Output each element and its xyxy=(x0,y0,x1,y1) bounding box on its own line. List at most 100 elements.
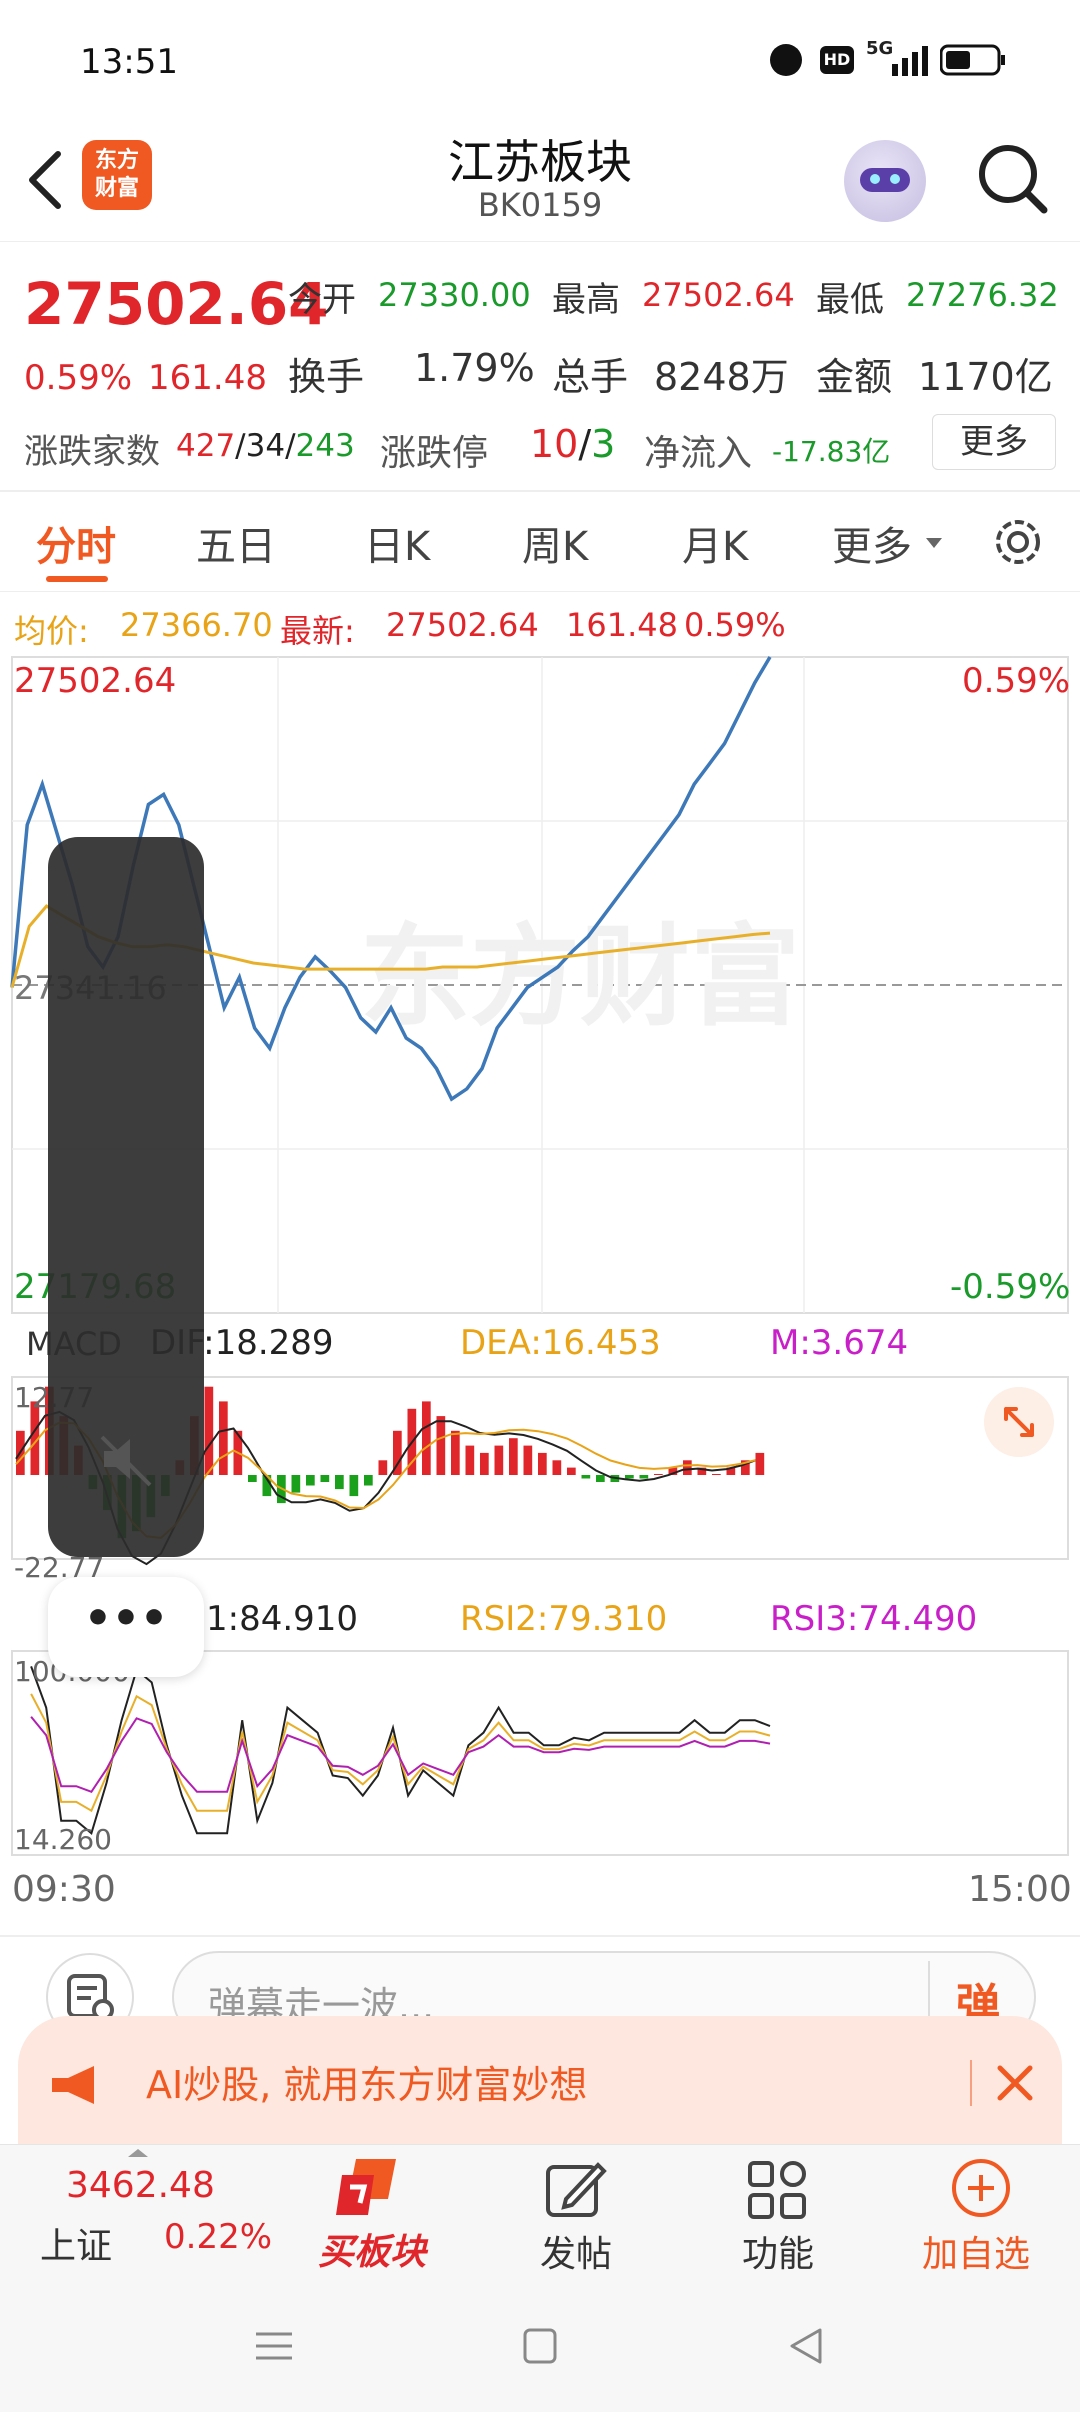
turnover-label: 换手 xyxy=(288,355,365,399)
chart-tabs: 分时 五日 日K 周K 月K 更多 xyxy=(0,492,1080,592)
expand-icon[interactable] xyxy=(984,1387,1054,1457)
back-nav-icon[interactable] xyxy=(786,2326,826,2366)
home-icon[interactable] xyxy=(522,2326,558,2366)
latest-value: 27502.64 xyxy=(386,606,539,644)
rsi1-line xyxy=(30,1666,771,1836)
status-time: 13:51 xyxy=(80,42,178,82)
post-label[interactable]: 发帖 xyxy=(540,2225,612,2277)
quote-panel: 27502.64 0.59% 161.48 今开 27330.00 最高 275… xyxy=(0,242,1080,492)
avg-value: 27366.70 xyxy=(120,606,273,644)
tab-active-indicator xyxy=(46,576,108,582)
volume-label: 总手 xyxy=(552,355,629,399)
rsi-bottom-label: 14.260 xyxy=(14,1823,112,1856)
macd-bar xyxy=(494,1445,504,1475)
limit-label: 涨跌停 xyxy=(380,433,489,474)
change-percent: 0.59% xyxy=(24,358,133,398)
macd-bar xyxy=(248,1475,257,1482)
tab-intraday[interactable]: 分时 xyxy=(36,514,116,572)
macd-bar xyxy=(465,1445,475,1475)
more-options-button[interactable]: ••• xyxy=(48,1577,204,1677)
functions-label[interactable]: 功能 xyxy=(742,2225,814,2277)
macd-bar xyxy=(755,1452,765,1475)
more-button[interactable]: 更多 xyxy=(932,414,1056,470)
tab-day-k[interactable]: 日K xyxy=(364,514,430,572)
latest-change: 161.48 xyxy=(566,606,678,644)
netflow-label: 净流入 xyxy=(644,433,753,474)
add-watchlist-label[interactable]: 加自选 xyxy=(922,2225,1030,2277)
add-watchlist-icon[interactable] xyxy=(948,2155,1014,2221)
status-bar: 13:51 HD 5G xyxy=(0,0,1080,120)
macd-bar xyxy=(436,1416,446,1475)
macd-bar xyxy=(349,1475,359,1497)
functions-icon[interactable] xyxy=(746,2159,808,2221)
menu-icon[interactable] xyxy=(254,2326,294,2366)
latest-change-pct: 0.59% xyxy=(684,606,786,644)
macd-m: M:3.674 xyxy=(770,1323,909,1363)
macd-bar xyxy=(523,1445,533,1475)
index-change[interactable]: 0.22% xyxy=(164,2217,272,2257)
close-icon[interactable] xyxy=(992,2060,1038,2106)
megaphone-icon xyxy=(52,2066,94,2104)
macd-bar xyxy=(306,1475,315,1486)
settings-icon[interactable] xyxy=(990,514,1046,570)
macd-bar xyxy=(639,1475,649,1479)
macd-dea: DEA:16.453 xyxy=(460,1323,661,1363)
bottom-nav: 3462.48 上证 0.22% 买板块 发帖 功能 加自选 xyxy=(0,2144,1080,2282)
buy-board-label[interactable]: 买板块 xyxy=(318,2223,426,2275)
macd-bar xyxy=(509,1438,518,1475)
macd-bar xyxy=(422,1401,431,1475)
turnover-value: 1.79% xyxy=(414,346,535,390)
search-icon[interactable] xyxy=(974,140,1050,220)
index-name[interactable]: 上证 xyxy=(40,2217,112,2269)
avg-label: 均价: xyxy=(14,612,89,650)
pct-bottom-label: -0.59% xyxy=(950,1267,1071,1307)
tab-five-day[interactable]: 五日 xyxy=(196,514,276,572)
rsi-panel-frame xyxy=(11,1650,1069,1856)
volume-value: 8248万 xyxy=(654,355,789,399)
amount-label: 金额 xyxy=(816,355,893,399)
chart-info-line: 均价: 27366.70 最新: 27502.64 161.48 0.59% xyxy=(0,600,1080,650)
tab-more[interactable]: 更多 xyxy=(832,514,912,572)
assistant-robot-icon[interactable] xyxy=(844,140,926,222)
page-header: 东方 财富 江苏板块 BK0159 xyxy=(0,120,1080,242)
watermark: 东方财富 xyxy=(360,913,800,1041)
macd-bar xyxy=(320,1475,330,1482)
rsi2-line xyxy=(30,1693,771,1813)
ad-banner[interactable]: AI炒股, 就用东方财富妙想 xyxy=(18,2016,1062,2156)
signal-icon xyxy=(892,46,928,76)
macd-bar xyxy=(581,1475,591,1479)
limit-values: 10/3 xyxy=(530,422,616,466)
netflow-value: -17.83亿 xyxy=(772,435,891,468)
rsi1-label: 1:84.910 xyxy=(206,1599,359,1639)
tab-week-k[interactable]: 周K xyxy=(522,514,588,572)
amount-value: 1170亿 xyxy=(918,355,1053,399)
rsi3-label: RSI3:74.490 xyxy=(770,1599,978,1639)
breadth-label: 涨跌家数 xyxy=(24,432,160,472)
latest-label: 最新: xyxy=(280,612,355,650)
index-value[interactable]: 3462.48 xyxy=(66,2165,215,2206)
macd-bar xyxy=(480,1452,489,1475)
volume-overlay[interactable] xyxy=(48,837,204,1557)
current-price: 27502.64 xyxy=(24,270,329,338)
x-start-label: 09:30 xyxy=(12,1869,116,1910)
rsi2-label: RSI2:79.310 xyxy=(460,1599,668,1639)
macd-bar xyxy=(712,1474,721,1475)
macd-bar xyxy=(538,1452,547,1475)
mute-icon[interactable] xyxy=(94,1427,158,1491)
pct-top-label: 0.59% xyxy=(962,661,1071,701)
macd-bar xyxy=(552,1460,562,1475)
macd-bar xyxy=(683,1460,692,1475)
tab-month-k[interactable]: 月K xyxy=(682,514,748,572)
low-value: 27276.32 xyxy=(906,276,1059,314)
buy-board-icon[interactable] xyxy=(332,2155,412,2223)
post-icon[interactable] xyxy=(542,2159,608,2221)
macd-bar xyxy=(654,1474,663,1475)
x-end-label: 15:00 xyxy=(968,1869,1072,1910)
chart-area[interactable]: 东方财富 27502.64 27341.16 27179.68 0.59% -0… xyxy=(0,655,1080,1925)
macd-bar xyxy=(596,1475,605,1482)
rsi3-line xyxy=(30,1716,771,1794)
up-arrow-icon xyxy=(128,2149,148,2157)
battery-icon xyxy=(940,44,1005,76)
macd-bar xyxy=(291,1475,301,1493)
breadth-values: 427/34/243 xyxy=(176,428,355,464)
